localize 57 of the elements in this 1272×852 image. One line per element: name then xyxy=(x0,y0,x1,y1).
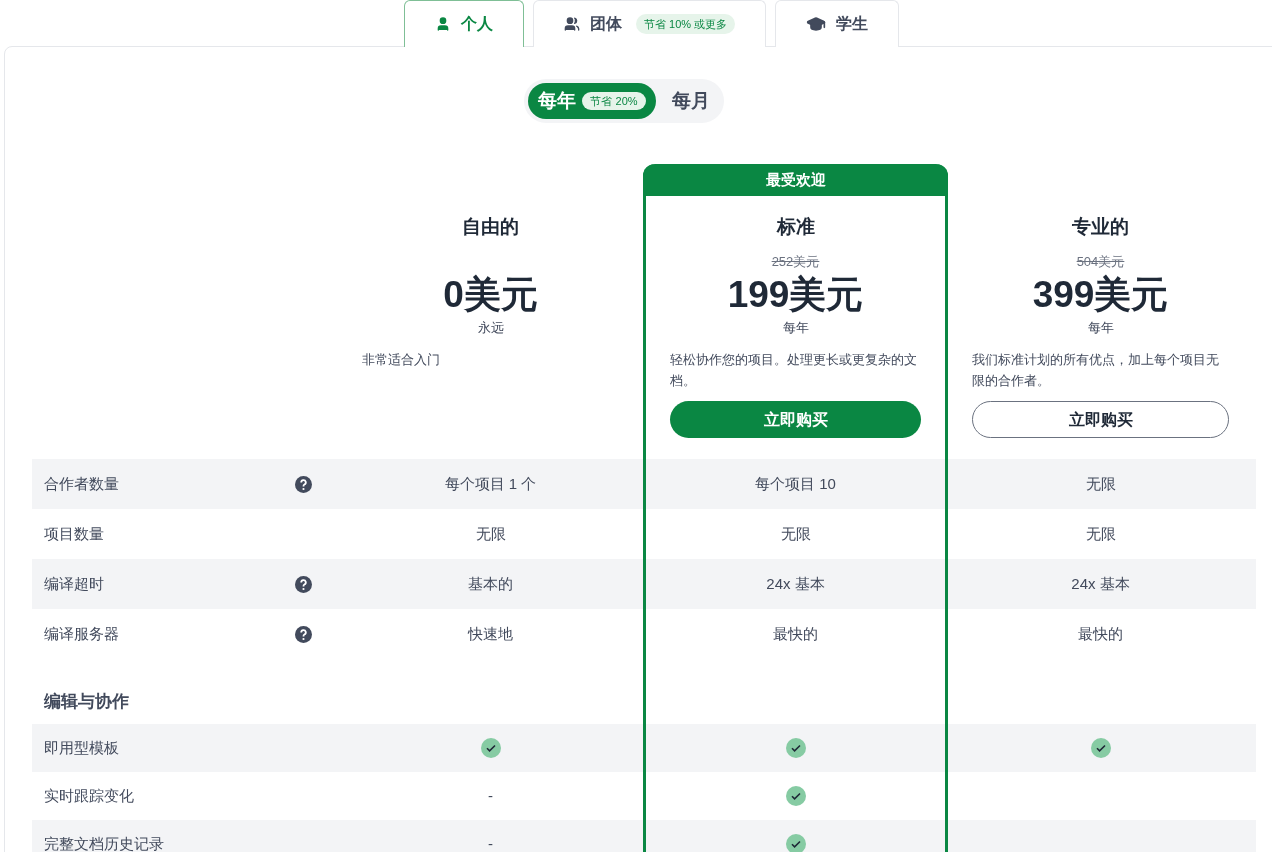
person-icon xyxy=(435,16,451,32)
people-icon xyxy=(564,16,580,32)
graduation-cap-icon xyxy=(806,14,827,34)
help-icon[interactable] xyxy=(295,475,312,493)
plan-tab[interactable]: 学生 xyxy=(775,0,900,47)
feature-label: 编译服务器 xyxy=(44,623,119,644)
feature-label: 合作者数量 xyxy=(44,473,119,494)
feature-value: 无限 xyxy=(780,523,811,544)
feature-label: 即用型模板 xyxy=(44,737,119,758)
plan-description: 轻松协作您的项目。处理更长或更复杂的文档。 xyxy=(670,351,918,390)
feature-value: 快速地 xyxy=(468,623,513,644)
plan-name: 专业的 xyxy=(1072,215,1129,239)
popular-banner: 最受欢迎 xyxy=(643,164,948,196)
plan-name: 自由的 xyxy=(462,215,519,239)
check-icon xyxy=(480,738,501,758)
feature-label: 实时跟踪变化 xyxy=(44,785,134,806)
feature-value: 最快的 xyxy=(1078,623,1123,644)
plan-description: 非常适合入门 xyxy=(362,351,441,369)
check-icon xyxy=(1090,738,1111,758)
billing-period: 每年 xyxy=(1087,318,1114,337)
help-icon[interactable] xyxy=(295,575,312,593)
check-icon xyxy=(785,834,806,852)
plan-tab[interactable]: 团体 节省 10% 或更多 xyxy=(533,0,767,47)
feature-label: 编译超时 xyxy=(44,573,104,594)
plan-name: 标准 xyxy=(776,215,815,239)
buy-button[interactable]: 立即购买 xyxy=(670,401,921,438)
help-icon[interactable] xyxy=(295,625,312,643)
billing-option[interactable]: 每年 节省 20% xyxy=(528,83,656,119)
plan-tab[interactable]: 个人 xyxy=(404,0,524,47)
check-icon xyxy=(785,786,806,806)
feature-value: 24x 基本 xyxy=(1071,573,1130,594)
plan-description: 我们标准计划的所有优点，加上每个项目无限的合作者。 xyxy=(972,351,1220,390)
feature-value: 每个项目 10 xyxy=(755,473,836,494)
feature-value: 无限 xyxy=(1085,473,1116,494)
feature-label: 项目数量 xyxy=(44,523,104,544)
feature-value: 每个项目 1 个 xyxy=(444,473,537,494)
billing-period: 永远 xyxy=(477,318,504,337)
plan-price: 0美元 xyxy=(443,272,538,317)
discount-badge: 节省 10% 或更多 xyxy=(636,13,736,35)
buy-button[interactable]: 立即购买 xyxy=(972,401,1229,438)
feature-value: 基本的 xyxy=(468,573,513,594)
feature-value: 最快的 xyxy=(773,623,818,644)
check-icon xyxy=(785,738,806,758)
billing-option[interactable]: 每月 xyxy=(661,83,720,119)
original-price: 504美元 xyxy=(1076,253,1125,271)
original-price: 252美元 xyxy=(771,253,820,271)
feature-value: 无限 xyxy=(475,523,506,544)
plan-price: 199美元 xyxy=(727,272,864,317)
discount-badge: 节省 20% xyxy=(582,91,646,111)
billing-period: 每年 xyxy=(782,318,809,337)
feature-value: - xyxy=(488,785,493,806)
plan-price: 399美元 xyxy=(1032,272,1169,317)
feature-value: 24x 基本 xyxy=(766,573,825,594)
feature-value: - xyxy=(488,833,493,852)
section-heading: 编辑与协作 xyxy=(44,690,129,713)
feature-value: 无限 xyxy=(1085,523,1116,544)
feature-label: 完整文档历史记录 xyxy=(44,833,164,852)
